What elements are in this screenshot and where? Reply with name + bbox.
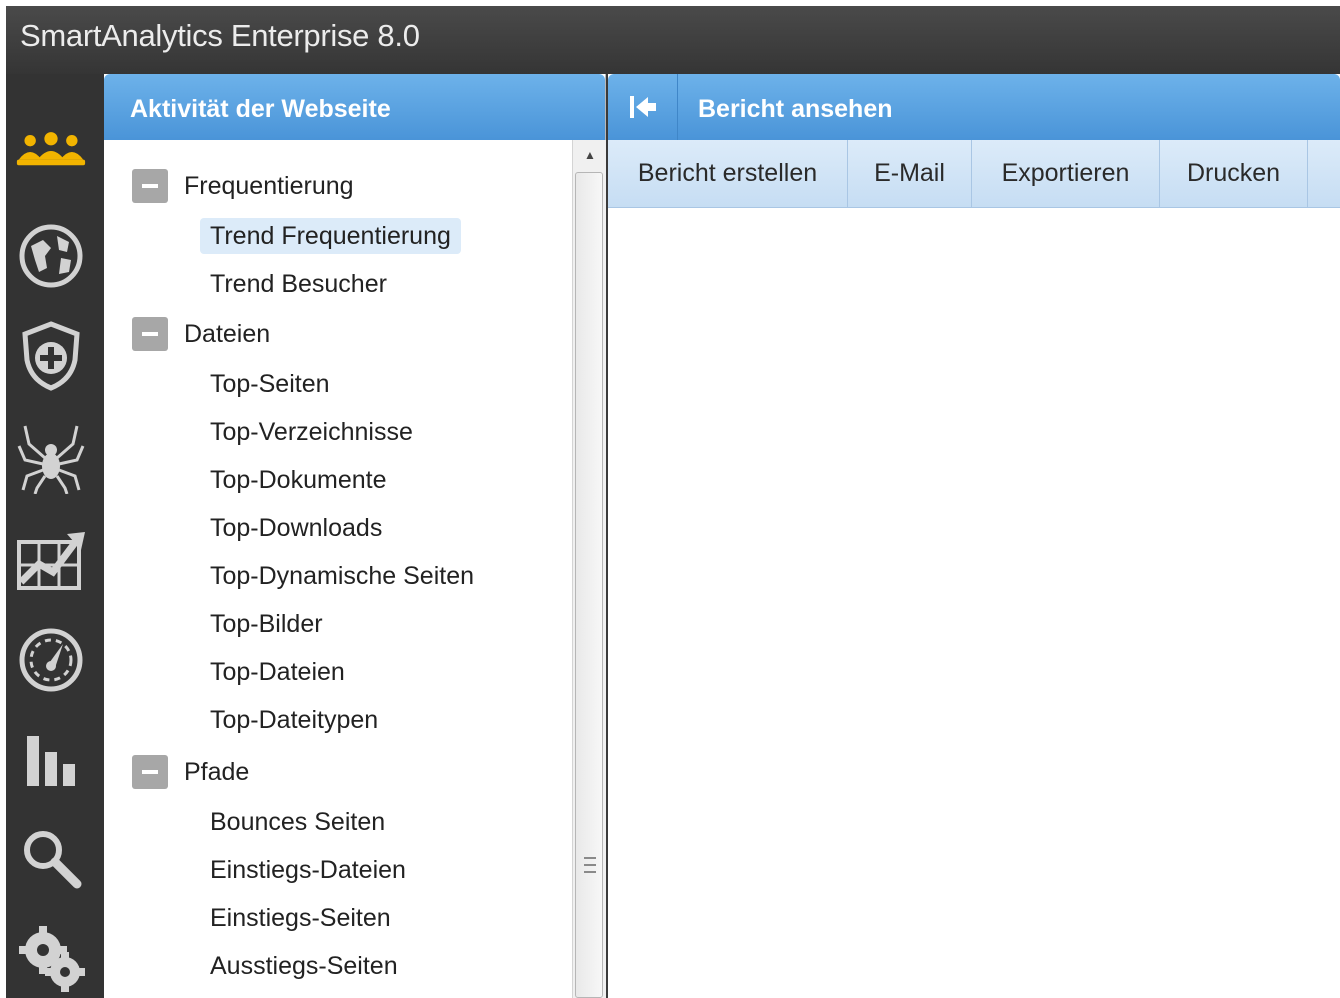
tree-group-label: Pfade <box>184 757 250 786</box>
report-content-area <box>608 208 1340 998</box>
collapse-panel-button[interactable] <box>608 74 678 140</box>
scrollbar-thumb[interactable] <box>575 172 603 998</box>
gears-icon[interactable] <box>15 922 87 994</box>
tree-item-top-bilder[interactable]: Top-Bilder <box>200 606 333 642</box>
print-button[interactable]: Drucken <box>1160 140 1308 207</box>
speedometer-icon[interactable] <box>15 624 87 696</box>
report-toolbar: Bericht erstellen E-Mail Exportieren Dru… <box>608 140 1340 208</box>
report-view-panel: Bericht ansehen Bericht erstellen E-Mail… <box>608 74 1340 998</box>
spider-icon[interactable] <box>15 422 87 494</box>
users-icon[interactable] <box>15 116 87 188</box>
tree-item-top-dokumente[interactable]: Top-Dokumente <box>200 462 396 498</box>
tree-item-trend-frequentierung[interactable]: Trend Frequentierung <box>200 218 461 254</box>
tree-item-top-dynamische-seiten[interactable]: Top-Dynamische Seiten <box>200 558 484 594</box>
tree-group-dateien[interactable]: Dateien <box>132 316 552 352</box>
collapse-icon[interactable] <box>132 755 168 789</box>
report-tree: Frequentierung Trend Frequentierung Tren… <box>104 140 570 998</box>
collapse-left-icon <box>629 96 656 118</box>
tree-item-top-downloads[interactable]: Top-Downloads <box>200 510 392 546</box>
search-icon[interactable] <box>15 822 87 894</box>
bar-chart-icon[interactable] <box>15 724 87 796</box>
tree-item-ausstiegs-seiten[interactable]: Ausstiegs-Seiten <box>200 948 408 984</box>
export-button[interactable]: Exportieren <box>972 140 1160 207</box>
panel-header: Bericht ansehen <box>608 74 1340 140</box>
title-bar: SmartAnalytics Enterprise 8.0 <box>6 6 1340 74</box>
grip-icon <box>584 857 596 873</box>
tree-item-top-seiten[interactable]: Top-Seiten <box>200 366 340 402</box>
create-report-button[interactable]: Bericht erstellen <box>608 140 848 207</box>
panel-header: Aktivität der Webseite <box>104 74 605 140</box>
collapse-icon[interactable] <box>132 317 168 351</box>
panel-title: Aktivität der Webseite <box>130 95 391 123</box>
app-window: SmartAnalytics Enterprise 8.0 Aktivität … <box>6 6 1340 998</box>
tree-group-pfade[interactable]: Pfade <box>132 754 552 790</box>
globe-icon[interactable] <box>15 220 87 292</box>
app-title: SmartAnalytics Enterprise 8.0 <box>20 18 420 53</box>
collapse-icon[interactable] <box>132 169 168 203</box>
shield-plus-icon[interactable] <box>15 320 87 392</box>
tree-item-bounces-seiten[interactable]: Bounces Seiten <box>200 804 395 840</box>
icon-sidebar <box>6 74 104 998</box>
report-tree-panel: Aktivität der Webseite Frequentierung Tr… <box>104 74 606 998</box>
tree-group-label: Dateien <box>184 319 271 348</box>
tree-item-top-verzeichnisse[interactable]: Top-Verzeichnisse <box>200 414 423 450</box>
trend-chart-icon[interactable] <box>15 524 87 596</box>
email-button[interactable]: E-Mail <box>848 140 972 207</box>
tree-item-top-dateitypen[interactable]: Top-Dateitypen <box>200 702 388 738</box>
tree-group-frequentierung[interactable]: Frequentierung <box>132 168 552 204</box>
vertical-scrollbar[interactable]: ▲ <box>572 140 606 998</box>
panel-title: Bericht ansehen <box>698 95 893 123</box>
tree-item-einstiegs-dateien[interactable]: Einstiegs-Dateien <box>200 852 416 888</box>
tree-item-einstiegs-seiten[interactable]: Einstiegs-Seiten <box>200 900 401 936</box>
scroll-up-arrow-icon[interactable]: ▲ <box>573 140 607 170</box>
tree-group-label: Frequentierung <box>184 171 354 200</box>
tree-item-trend-besucher[interactable]: Trend Besucher <box>200 266 397 302</box>
tree-item-top-dateien[interactable]: Top-Dateien <box>200 654 355 690</box>
